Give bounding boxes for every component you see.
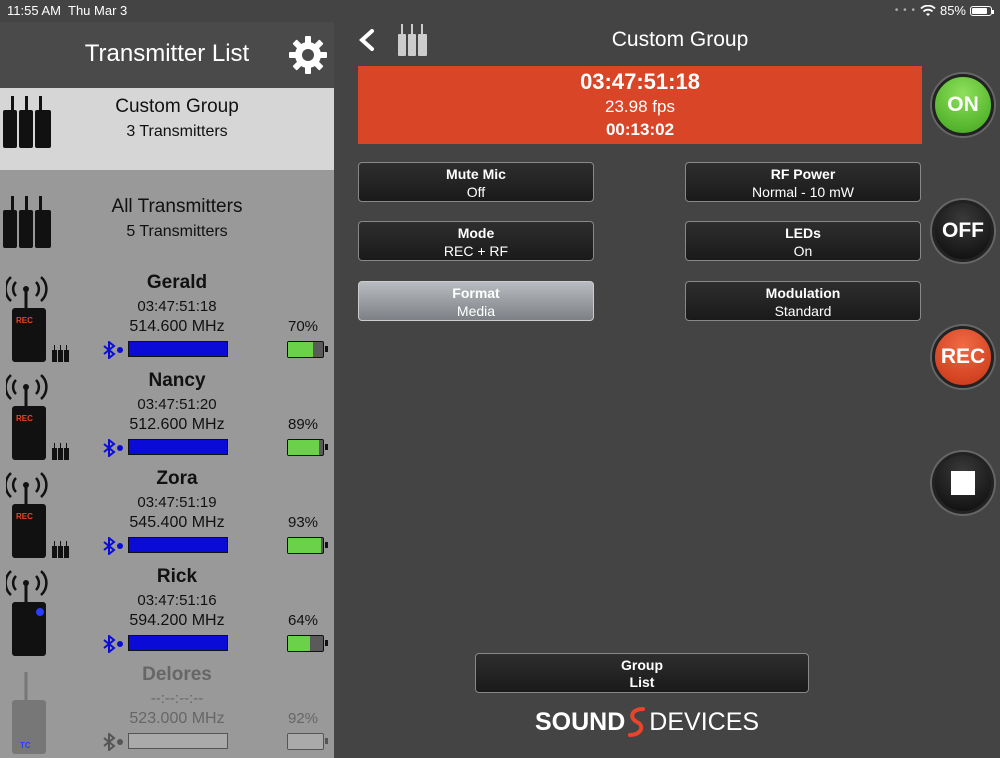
transmitter-name: Delores — [142, 664, 212, 685]
bluetooth-icon — [103, 439, 123, 457]
battery-icon — [287, 635, 328, 652]
status-time: 11:55 AM — [7, 3, 61, 18]
transmitter-frequency: 514.600 MHz — [129, 318, 225, 335]
transmitter-battery-percent: 70% — [288, 318, 319, 335]
sidebar-header: Transmitter List — [0, 22, 334, 88]
transmitter-frequency: 594.200 MHz — [129, 612, 225, 629]
transmitter-row-delores[interactable]: TC Delores --:--:--:-- 523.000 MHz 92% — [0, 662, 334, 758]
status-bar: 11:55 AM Thu Mar 3 • • • 85% — [0, 0, 1000, 22]
status-date: Thu Mar 3 — [68, 3, 128, 18]
group-count: 5 Transmitters — [126, 223, 228, 240]
stop-button[interactable] — [932, 452, 994, 514]
status-battery-icon — [970, 5, 994, 16]
transmitter-row-nancy[interactable]: REC Nancy 03:47:51:20 512.600 MHz 89% — [0, 368, 334, 464]
logo-swoosh-icon — [628, 707, 646, 737]
sidebar-title: Transmitter List — [84, 40, 250, 67]
record-button[interactable]: REC — [932, 326, 994, 388]
bluetooth-icon — [103, 733, 123, 751]
transmitter-frequency: 512.600 MHz — [129, 416, 225, 433]
battery-icon — [287, 341, 328, 358]
transmitter-timecode: 03:47:51:20 — [137, 396, 217, 413]
timecode-display: 03:47:51:18 23.98 fps 00:13:02 — [358, 66, 922, 144]
transmitter-timecode: --:--:--:-- — [150, 690, 204, 707]
page-title: Custom Group — [611, 28, 749, 51]
format-button[interactable]: Format Media — [358, 281, 594, 321]
transmitter-timecode: 03:47:51:16 — [137, 592, 217, 609]
transmitter-frequency: 523.000 MHz — [129, 710, 225, 727]
group-count: 3 Transmitters — [126, 123, 228, 140]
gear-icon[interactable] — [287, 34, 329, 76]
leds-button[interactable]: LEDs On — [685, 221, 921, 261]
group-name: All Transmitters — [111, 196, 243, 217]
stop-icon — [951, 471, 975, 495]
back-chevron-icon[interactable] — [355, 27, 379, 53]
status-battery-text: 85% — [939, 3, 966, 18]
transmitter-timecode: 03:47:51:18 — [137, 298, 217, 315]
rf-signal-bar — [128, 439, 228, 455]
transmitter-name: Nancy — [148, 370, 206, 391]
wifi-icon — [920, 4, 936, 16]
transmitter-name: Rick — [156, 566, 198, 587]
multitask-dots-icon: • • • — [894, 5, 916, 16]
transmitter-name: Zora — [156, 468, 198, 489]
battery-icon — [287, 537, 328, 554]
transmitter-row-rick[interactable]: Rick 03:47:51:16 594.200 MHz 64% — [0, 564, 334, 660]
group-list-button[interactable]: Group List — [475, 653, 809, 693]
bluetooth-icon — [103, 537, 123, 555]
battery-icon — [287, 733, 328, 750]
transmitter-list-panel: Transmitter List Custom Group 3 Transmit… — [0, 22, 334, 758]
rf-power-button[interactable]: RF Power Normal - 10 mW — [685, 162, 921, 202]
timecode-value: 03:47:51:18 — [580, 69, 700, 94]
rf-signal-bar — [128, 537, 228, 553]
bluetooth-icon — [103, 635, 123, 653]
transmitter-row-zora[interactable]: REC Zora 03:47:51:19 545.400 MHz 93% — [0, 466, 334, 562]
rf-signal-bar — [128, 341, 228, 357]
power-off-button[interactable]: OFF — [932, 200, 994, 262]
transmitter-battery-percent: 93% — [288, 514, 319, 531]
modulation-button[interactable]: Modulation Standard — [685, 281, 921, 321]
transmitter-timecode: 03:47:51:19 — [137, 494, 217, 511]
mode-button[interactable]: Mode REC + RF — [358, 221, 594, 261]
svg-text:TC: TC — [20, 741, 31, 750]
group-name: Custom Group — [115, 96, 239, 117]
transmitter-row-gerald[interactable]: REC Gerald 03:47:51:18 514.600 MHz 70% — [0, 270, 334, 366]
bluetooth-icon — [103, 341, 123, 359]
sound-devices-logo: SOUND DEVICES — [535, 706, 759, 738]
transmitter-battery-percent: 64% — [288, 612, 319, 629]
status-right: • • • 85% — [894, 3, 994, 18]
mute-mic-button[interactable]: Mute Mic Off — [358, 162, 594, 202]
rf-signal-bar — [128, 635, 228, 651]
transmitter-group-icon — [398, 24, 427, 56]
battery-icon — [287, 439, 328, 456]
transmitter-frequency: 545.400 MHz — [129, 514, 225, 531]
frame-rate: 23.98 fps — [605, 97, 675, 116]
group-row-all[interactable]: All Transmitters 5 Transmitters — [0, 188, 334, 270]
group-row-custom[interactable]: Custom Group 3 Transmitters — [0, 88, 334, 170]
transmitter-name: Gerald — [146, 272, 208, 293]
power-on-button[interactable]: ON — [932, 74, 994, 136]
elapsed-time: 00:13:02 — [605, 120, 675, 139]
transmitter-battery-percent: 89% — [288, 416, 319, 433]
rf-signal-bar — [128, 733, 228, 749]
transmitter-battery-percent: 92% — [288, 710, 319, 727]
